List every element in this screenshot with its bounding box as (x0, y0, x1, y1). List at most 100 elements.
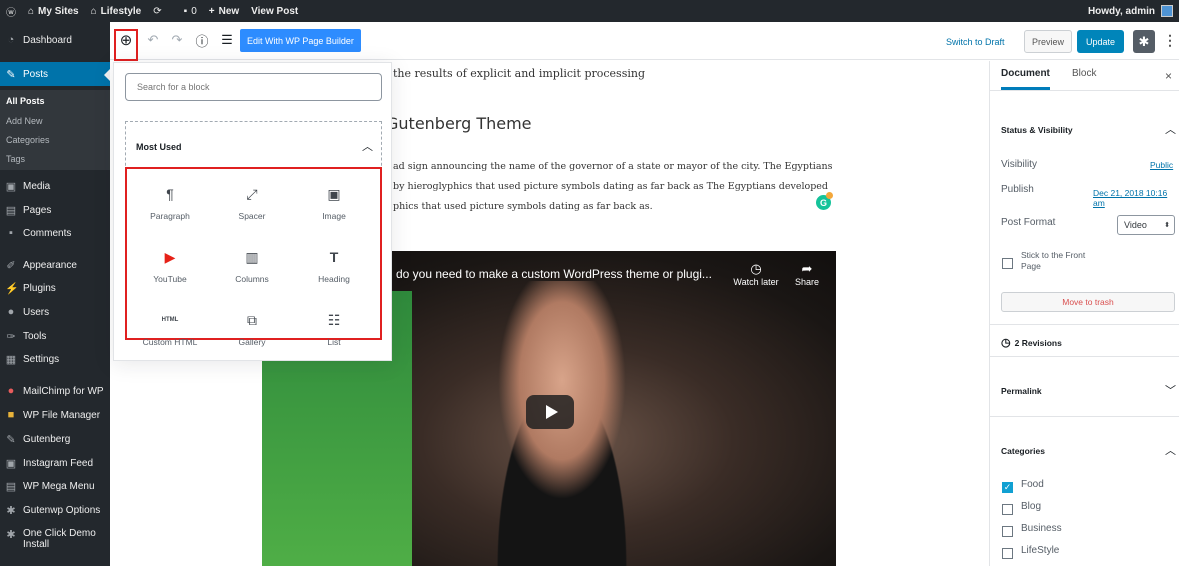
preview-button[interactable]: Preview (1024, 30, 1072, 53)
submenu-tags[interactable]: Tags (6, 154, 25, 164)
submenu-categories[interactable]: Categories (6, 135, 50, 145)
watch-later-button[interactable]: ◷ Watch later (730, 261, 782, 287)
pushpin-icon: ✎ (6, 68, 16, 81)
sidebar-item-posts[interactable]: ✎ Posts (0, 62, 110, 86)
categories-header[interactable]: Categories (1001, 446, 1045, 456)
post-heading[interactable]: Gutenberg Theme (386, 114, 532, 133)
block-columns[interactable]: ▥ Columns (211, 248, 293, 284)
comments-link[interactable]: ▪ 0 (184, 6, 197, 17)
html-icon: HTML (161, 317, 179, 323)
sidebar-item-users[interactable]: ● Users (0, 306, 110, 318)
block-search-input[interactable] (125, 73, 382, 101)
chevron-down-icon[interactable]: ﹀ (1165, 382, 1176, 398)
info-icon[interactable]: ⓘ (193, 31, 211, 49)
block-custom-html[interactable]: HTML Custom HTML (129, 311, 211, 347)
sidebar-item-file-manager[interactable]: ■ WP File Manager (0, 409, 110, 421)
sidebar-item-appearance[interactable]: ✐ Appearance (0, 259, 110, 272)
undo-icon[interactable]: ↶ (144, 31, 162, 49)
sticky-checkbox[interactable] (1002, 258, 1013, 269)
switch-to-draft-link[interactable]: Switch to Draft (946, 37, 1005, 47)
tab-block[interactable]: Block (1072, 68, 1096, 79)
comments-icon: ▪ (9, 227, 13, 239)
paragraph-line[interactable]: ad sign announcing the name of the gover… (393, 161, 833, 172)
move-to-trash-button[interactable]: Move to trash (1001, 292, 1175, 312)
submenu-add-new[interactable]: Add New (6, 116, 43, 126)
submenu-all-posts[interactable]: All Posts (6, 96, 45, 106)
image-icon: ▣ (327, 186, 341, 202)
revisions-link[interactable]: ◷ 2 Revisions (1001, 336, 1062, 349)
close-icon[interactable]: × (1165, 69, 1172, 83)
status-visibility-header[interactable]: Status & Visibility (1001, 125, 1073, 135)
update-button[interactable]: Update (1077, 30, 1124, 53)
updates-icon[interactable]: ⟳ (153, 6, 161, 17)
divider (990, 324, 1179, 325)
wrench-icon: ✑ (6, 331, 16, 343)
avatar (1161, 5, 1173, 17)
sidebar-item-tools[interactable]: ✑ Tools (0, 330, 110, 343)
chevron-up-icon[interactable]: ︿ (1165, 442, 1176, 458)
block-list[interactable]: ☷ List (293, 311, 375, 347)
block-spacer[interactable]: ⤢ Spacer (211, 185, 293, 221)
youtube-icon: ▶ (164, 249, 176, 265)
account-menu[interactable]: Howdy, admin (1088, 0, 1173, 22)
more-options-icon[interactable]: ⋮ (1163, 32, 1177, 49)
tab-document[interactable]: Document (1001, 68, 1050, 90)
divider (990, 416, 1179, 417)
panel-tabs: Document Block × (990, 61, 1179, 91)
sidebar-item-one-click[interactable]: ✱ One Click Demo Install (0, 528, 110, 550)
pages-icon: ▤ (5, 205, 17, 217)
block-paragraph[interactable]: ¶ Paragraph (129, 185, 211, 221)
sidebar-item-settings[interactable]: ▦ Settings (0, 353, 110, 366)
gallery-icon: ⧉ (247, 312, 257, 328)
publish-date-link[interactable]: Dec 21, 2018 10:16 am (1093, 188, 1179, 208)
view-post-link[interactable]: View Post (251, 6, 298, 17)
settings-gear-icon[interactable]: ✱ (1133, 30, 1155, 53)
sidebar-item-gutenwp[interactable]: ✱ Gutenwp Options (0, 504, 110, 517)
most-used-panel-header[interactable]: Most Used ︿ (125, 121, 382, 171)
visibility-label: Visibility (1001, 159, 1037, 170)
outline-icon[interactable]: ☰ (218, 31, 236, 49)
chevron-up-icon[interactable]: ︿ (1165, 121, 1176, 137)
play-button[interactable] (526, 395, 574, 429)
wordpress-logo-icon[interactable]: ⓦ (6, 4, 16, 19)
block-youtube[interactable]: ▶ YouTube (129, 248, 211, 284)
media-icon: ▣ (5, 181, 17, 193)
category-checkbox-lifestyle[interactable] (1002, 548, 1013, 559)
redo-icon[interactable]: ↷ (168, 31, 186, 49)
paragraph-line[interactable]: phics that used picture symbols dating a… (393, 201, 653, 212)
category-checkbox-blog[interactable] (1002, 504, 1013, 515)
add-block-plus-icon[interactable]: ⊕ (117, 31, 135, 49)
site-name-link[interactable]: ⌂ Lifestyle (91, 6, 142, 17)
paragraph-line[interactable]: by hieroglyphics that used picture symbo… (393, 181, 828, 192)
block-heading[interactable]: T Heading (293, 248, 375, 284)
block-image[interactable]: ▣ Image (293, 185, 375, 221)
home-icon: ⌂ (90, 5, 97, 17)
sidebar-item-mailchimp[interactable]: ● MailChimp for WP (0, 385, 110, 397)
posts-submenu: All Posts Add New Categories Tags (0, 90, 110, 170)
permalink-header[interactable]: Permalink (1001, 386, 1042, 396)
block-gallery[interactable]: ⧉ Gallery (211, 311, 293, 347)
sidebar-item-dashboard[interactable]: ◔ Dashboard (0, 34, 110, 46)
my-sites-link[interactable]: ⌂ My Sites (28, 6, 79, 17)
new-content-link[interactable]: + New (209, 6, 239, 17)
heading-icon: T (329, 249, 339, 265)
sidebar-item-plugins[interactable]: ⚡ Plugins (0, 282, 110, 295)
sidebar-item-instagram[interactable]: ▣ Instagram Feed (0, 457, 110, 470)
block-inserter-popover: Most Used ︿ ¶Paragraph ⤢Spacer ▣Image ▶Y… (113, 62, 392, 361)
paragraph-line[interactable]: the results of explicit and implicit pro… (393, 67, 645, 80)
admin-sidebar: ◔ Dashboard ✎ Posts All Posts Add New Cate… (0, 22, 110, 566)
share-button[interactable]: ➦ Share (792, 261, 822, 287)
resize-arrow-icon: ⤢ (246, 186, 258, 202)
visibility-value-link[interactable]: Public (1150, 160, 1173, 170)
sidebar-item-gutenberg[interactable]: ✎ Gutenberg (0, 433, 110, 446)
sidebar-item-comments[interactable]: ▪ Comments (0, 227, 110, 239)
category-checkbox-business[interactable] (1002, 526, 1013, 537)
category-checkbox-food[interactable]: ✓ (1002, 482, 1013, 493)
page-builder-button[interactable]: Edit With WP Page Builder (240, 29, 361, 52)
sidebar-item-media[interactable]: ▣ Media (0, 180, 110, 193)
sidebar-item-pages[interactable]: ▤ Pages (0, 204, 110, 217)
post-format-select[interactable]: Video ⬍ (1117, 215, 1175, 235)
sidebar-item-mega-menu[interactable]: ▤ WP Mega Menu (0, 480, 110, 493)
gear-icon: ✱ (6, 505, 16, 517)
video-title[interactable]: do you need to make a custom WordPress t… (396, 267, 712, 281)
